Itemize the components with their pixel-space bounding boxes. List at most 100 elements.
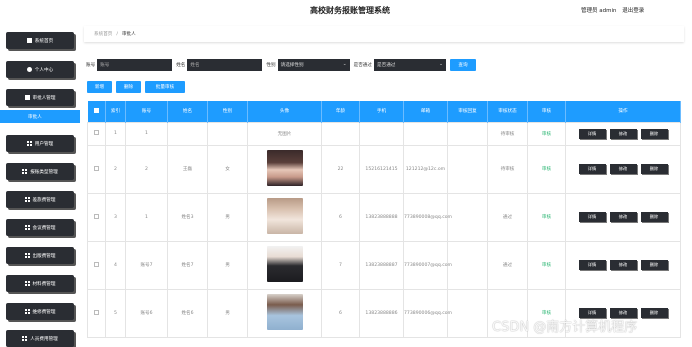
edit-button[interactable]: 修改	[609, 260, 637, 270]
name-input[interactable]: 姓名	[187, 58, 263, 71]
sidebar-item-label: 会议费管理	[32, 225, 56, 231]
sidebar-item-repair[interactable]: 维修费管理	[6, 303, 74, 320]
search-button[interactable]: 查询	[450, 58, 476, 71]
grid-icon	[24, 309, 30, 314]
review-link[interactable]: 审核	[527, 192, 566, 242]
sidebar-subitem-approver[interactable]: 审批人	[0, 110, 80, 123]
delete-row-button[interactable]: 删除	[640, 308, 668, 318]
cell-index: 2	[105, 144, 126, 194]
review-link[interactable]: 审核	[527, 121, 566, 146]
document-icon	[24, 95, 30, 100]
sidebar-item-travel[interactable]: 差旅费管理	[6, 191, 74, 208]
cell-reply	[447, 121, 488, 146]
chevron-down-icon: ⌄	[342, 62, 347, 67]
sidebar-item-expense-types[interactable]: 报账类型管理	[6, 163, 74, 180]
edit-button[interactable]: 修改	[609, 164, 637, 174]
row-select[interactable]	[87, 121, 106, 146]
cell-age	[321, 121, 360, 146]
row-checkbox[interactable]	[94, 130, 99, 135]
column-header[interactable]: 头像	[247, 101, 322, 122]
row-select[interactable]	[87, 288, 106, 338]
cell-index: 3	[105, 192, 126, 242]
sidebar-item-users[interactable]: 用户管理	[6, 135, 74, 152]
cell-name: 姓名7	[167, 240, 208, 290]
detail-button[interactable]: 详情	[578, 164, 606, 174]
cell-email: 773890008@qq.com	[403, 192, 452, 242]
sidebar-item-approvers[interactable]: 审批人管理	[6, 89, 74, 106]
sidebar-item-label: 个人中心	[34, 67, 54, 73]
sidebar-item-materials[interactable]: 材料费管理	[6, 275, 74, 292]
edit-button[interactable]: 修改	[609, 212, 637, 222]
column-header[interactable]: 索引	[105, 101, 126, 122]
cell-status: 待审核	[487, 121, 528, 146]
column-header[interactable]: 性别	[207, 101, 248, 122]
cell-name: 姓名6	[167, 288, 208, 338]
cell-avatar	[247, 288, 322, 338]
approver-table: 索引 账号 姓名 性别 头像 年龄 手机 邮箱 审核回复 审核状态 审核 操作 …	[87, 101, 681, 338]
cell-name: 姓名3	[167, 192, 208, 242]
edit-button[interactable]: 修改	[609, 128, 637, 139]
select-all-checkbox[interactable]	[93, 107, 99, 113]
row-checkbox[interactable]	[94, 261, 99, 267]
cell-gender: 女	[207, 144, 248, 194]
review-link[interactable]: 审核	[527, 240, 566, 290]
row-select[interactable]	[87, 144, 106, 194]
cell-index: 5	[105, 288, 126, 338]
logout-link[interactable]: 退出登录	[622, 8, 644, 14]
column-header[interactable]: 审核回复	[447, 101, 488, 122]
cell-index: 4	[105, 240, 126, 290]
account-input[interactable]: 账号	[97, 58, 173, 71]
sidebar-item-label: 报账类型管理	[30, 169, 58, 175]
cell-account: 1	[125, 192, 168, 242]
detail-button[interactable]: 详情	[578, 128, 606, 139]
column-header[interactable]: 年龄	[321, 101, 360, 122]
select-all-header[interactable]	[87, 101, 106, 122]
table-row: 4 账号7 姓名7 男 7 13823888887 773890007@qq.c…	[87, 240, 681, 290]
sidebar-item-label: 差旅费管理	[32, 197, 56, 203]
delete-row-button[interactable]: 删除	[640, 260, 668, 270]
column-header[interactable]: 账号	[125, 101, 168, 122]
column-header[interactable]: 邮箱	[403, 101, 448, 122]
cell-email: 773890006@qq.com	[403, 288, 452, 338]
row-select[interactable]	[87, 240, 106, 290]
detail-button[interactable]: 详情	[578, 260, 606, 270]
delete-button[interactable]: 删除	[116, 81, 141, 93]
delete-row-button[interactable]: 删除	[640, 128, 668, 139]
pass-select[interactable]: 是否通过 ⌄	[374, 58, 446, 71]
row-checkbox[interactable]	[94, 165, 99, 171]
column-header[interactable]: 审核	[527, 101, 566, 122]
watermark: CSDN @南方计算机程序	[492, 320, 638, 335]
sidebar-item-label: 审批人管理	[32, 95, 56, 101]
gender-select[interactable]: 请选择性别 ⌄	[277, 58, 350, 71]
cell-gender	[207, 121, 248, 146]
sidebar-item-personnel[interactable]: 人员费用管理	[6, 330, 74, 347]
delete-row-button[interactable]: 删除	[640, 164, 668, 174]
detail-button[interactable]: 详情	[578, 212, 606, 222]
cell-gender: 男	[207, 240, 248, 290]
account-label: 账号	[86, 62, 96, 68]
sidebar-item-profile[interactable]: 个人中心	[6, 61, 74, 78]
cell-index: 1	[105, 121, 126, 146]
review-link[interactable]: 审核	[527, 144, 566, 194]
cell-gender: 男	[207, 192, 248, 242]
row-checkbox[interactable]	[94, 309, 99, 315]
sidebar-item-meeting[interactable]: 会议费管理	[6, 219, 74, 236]
sidebar-item-publishing[interactable]: 出版费管理	[6, 247, 74, 264]
row-select[interactable]	[87, 192, 106, 242]
breadcrumb-home[interactable]: 系统首页	[94, 31, 112, 37]
chevron-down-icon: ⌄	[439, 62, 443, 67]
grid-icon	[22, 336, 28, 341]
grid-icon	[24, 281, 30, 286]
column-header[interactable]: 手机	[359, 101, 404, 122]
batch-review-button[interactable]: 批量审核	[145, 81, 185, 93]
add-button[interactable]: 新增	[87, 81, 112, 93]
sidebar-item-label: 人员费用管理	[30, 336, 58, 342]
cell-email: 121212@12c.om	[403, 144, 448, 194]
row-checkbox[interactable]	[94, 213, 99, 219]
column-header[interactable]: 姓名	[167, 101, 208, 122]
column-header[interactable]: 审核状态	[487, 101, 528, 122]
column-header: 操作	[565, 101, 681, 122]
sidebar-item-home[interactable]: 系统首页	[6, 32, 74, 49]
delete-row-button[interactable]: 删除	[640, 212, 668, 222]
user-text: 管理员 admin	[581, 8, 617, 14]
